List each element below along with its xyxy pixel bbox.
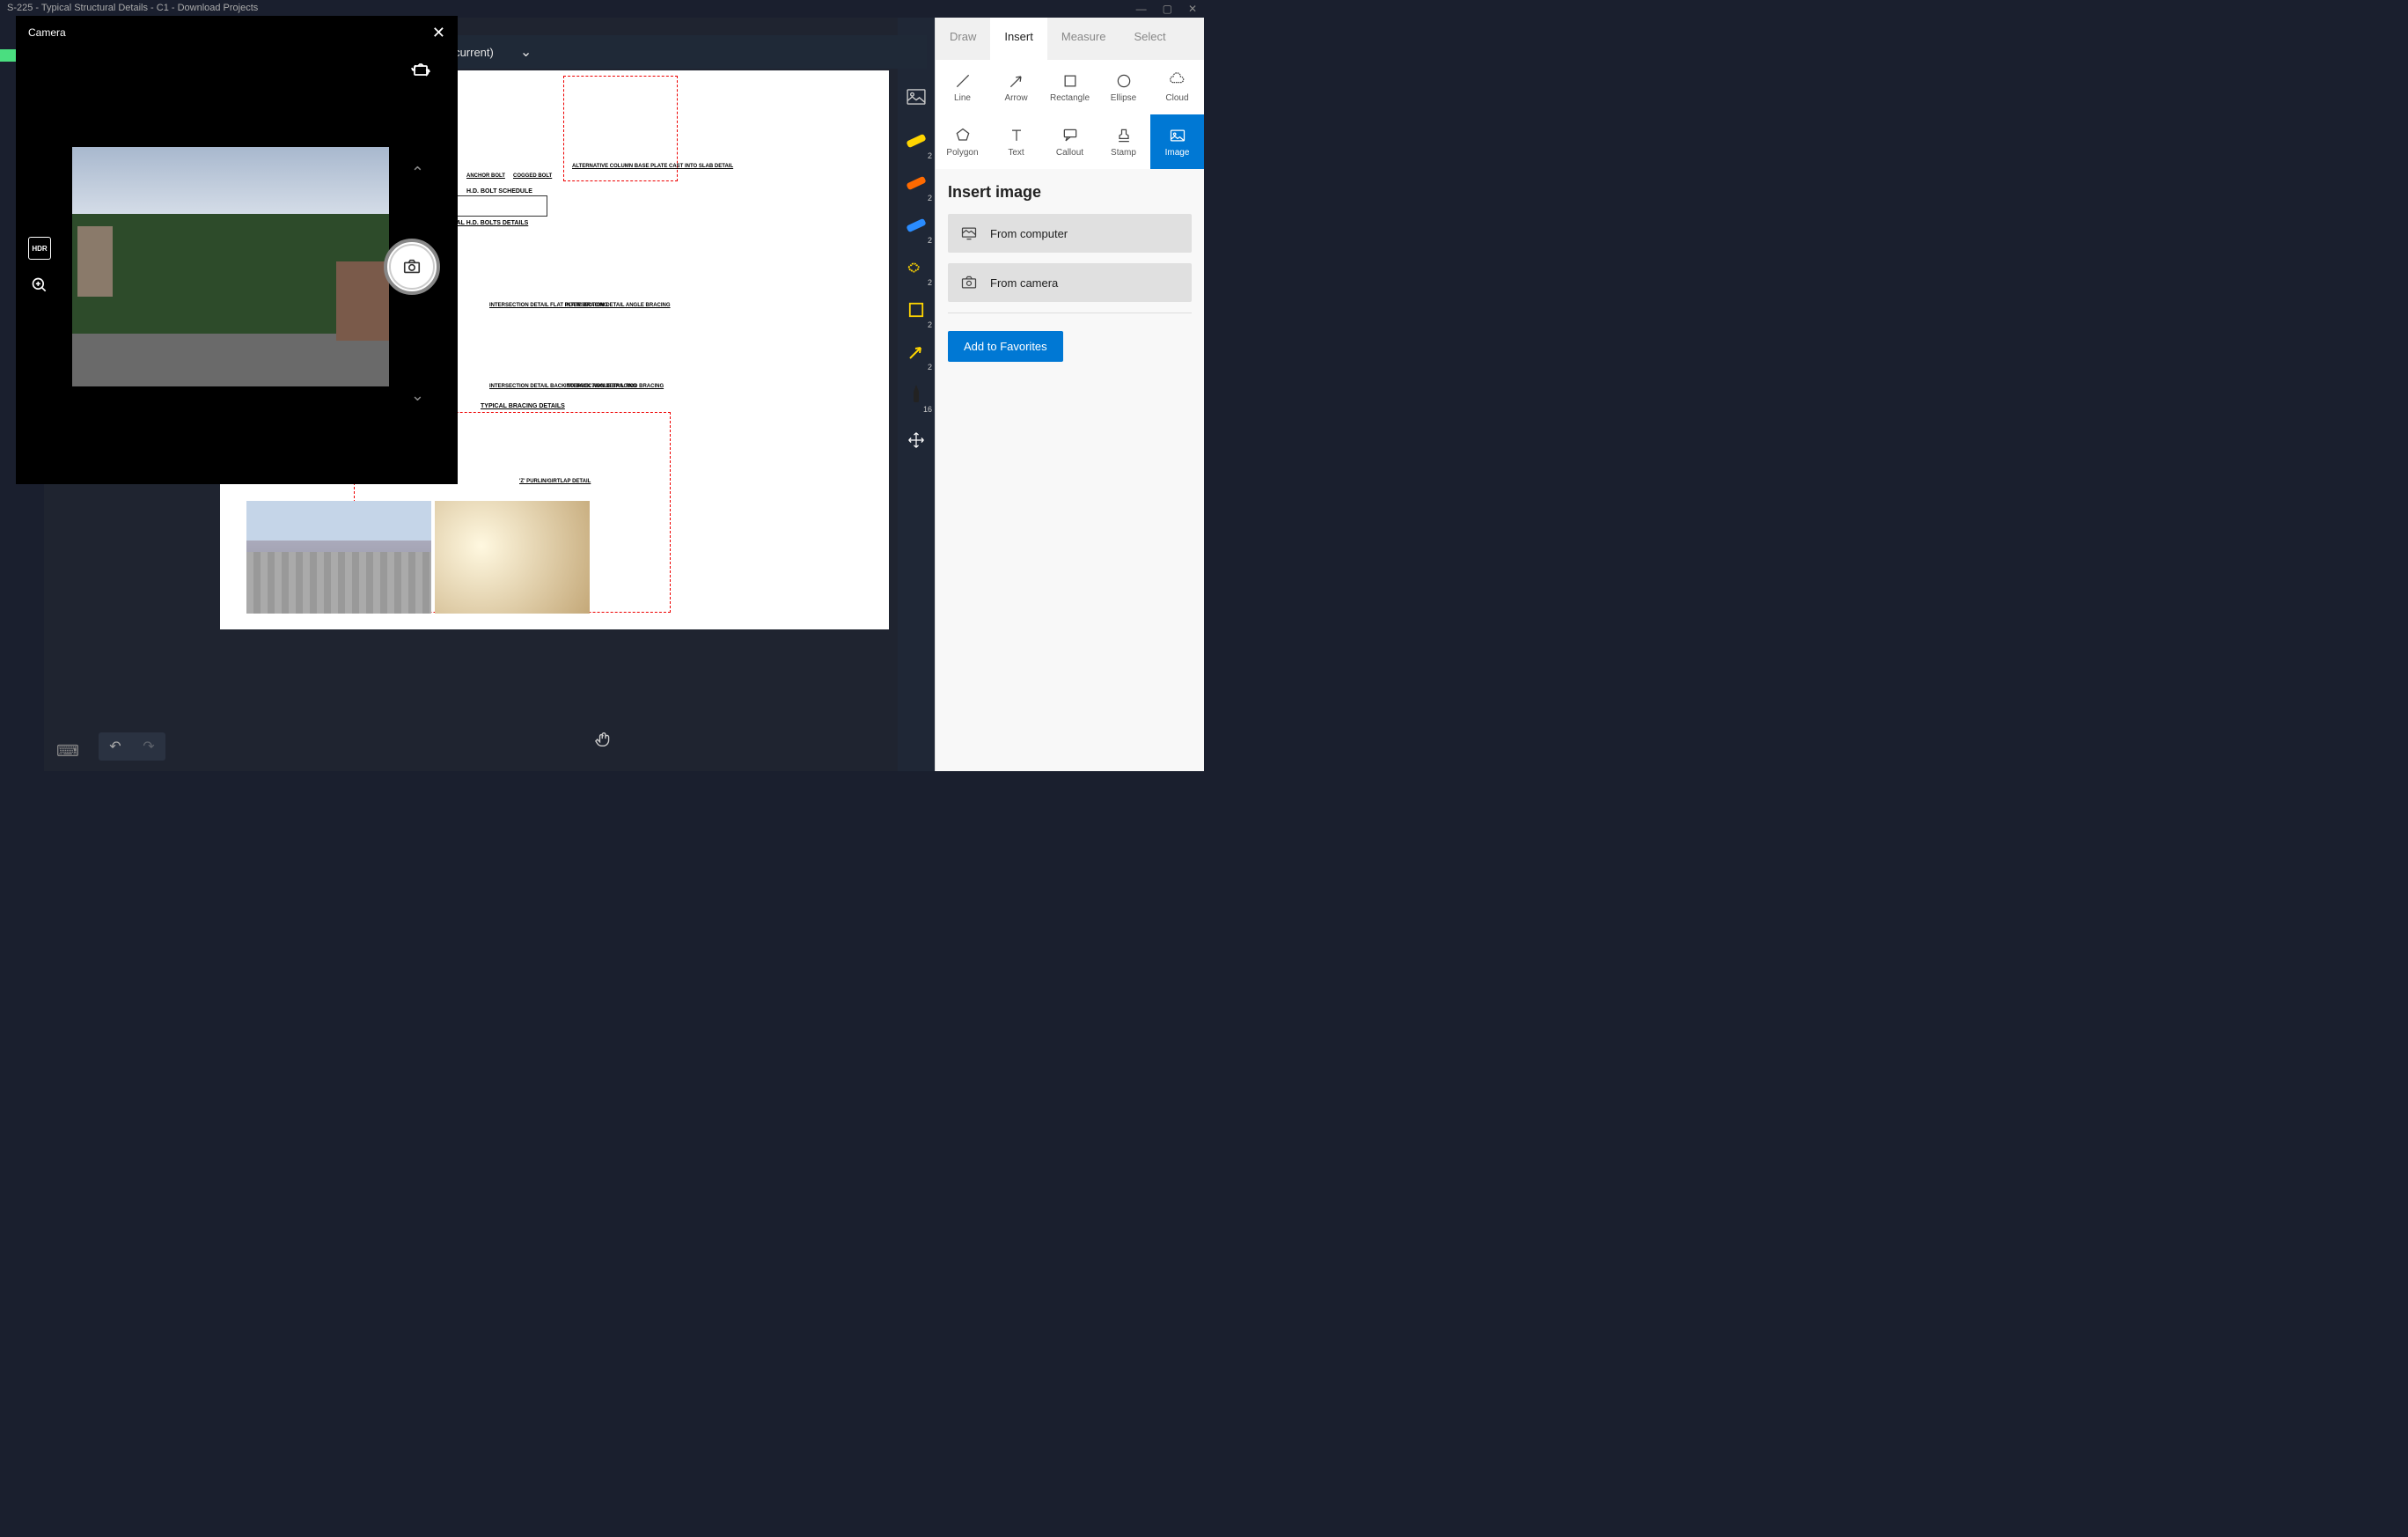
tool-text[interactable]: Text bbox=[989, 114, 1043, 169]
tool-callout[interactable]: Callout bbox=[1043, 114, 1097, 169]
tool-line[interactable]: Line bbox=[936, 60, 989, 114]
right-panel: Draw Insert Measure Select Line Arrow Re… bbox=[935, 18, 1204, 771]
tab-select[interactable]: Select bbox=[1120, 18, 1179, 60]
tool-strip: 2 2 2 2 2 2 16 bbox=[898, 18, 935, 771]
add-to-favorites-button[interactable]: Add to Favorites bbox=[948, 331, 1063, 362]
marker-yellow[interactable]: 2 bbox=[898, 120, 935, 162]
camera-zoom-button[interactable] bbox=[28, 274, 51, 297]
insert-image-heading: Insert image bbox=[948, 183, 1192, 202]
arrow-yellow[interactable]: 2 bbox=[898, 331, 935, 373]
window-title: S-225 - Typical Structural Details - C1 … bbox=[7, 3, 258, 15]
camera-window: Camera ✕ HDR ⌃ ⌄ bbox=[16, 16, 458, 484]
anchor-label: ANCHOR BOLT bbox=[466, 173, 505, 179]
maximize-button[interactable]: ▢ bbox=[1163, 3, 1172, 15]
touch-mode-icon[interactable] bbox=[595, 730, 614, 754]
camera-preview bbox=[72, 147, 389, 386]
inserted-photo-interior[interactable] bbox=[435, 501, 590, 614]
tool-ellipse[interactable]: Ellipse bbox=[1097, 60, 1150, 114]
review-tag[interactable] bbox=[0, 49, 18, 62]
tool-stamp[interactable]: Stamp bbox=[1097, 114, 1150, 169]
intangle: INTERSECTION DETAIL ANGLE BRACING bbox=[565, 303, 671, 308]
redo-button[interactable]: ↷ bbox=[132, 732, 165, 761]
chevron-down-icon: ⌄ bbox=[520, 43, 532, 61]
tab-insert[interactable]: Insert bbox=[990, 18, 1047, 60]
window-close-button[interactable]: ✕ bbox=[1188, 3, 1197, 15]
hdboltsched: H.D. BOLT SCHEDULE bbox=[466, 188, 532, 195]
alt-baseplate-title: ALTERNATIVE COLUMN BASE PLATE CAST INTO … bbox=[572, 164, 733, 169]
keyboard-icon[interactable]: ⌨ bbox=[56, 742, 79, 761]
girt2: 'Z' PURLIN/GIRTLAP DETAIL bbox=[519, 479, 591, 484]
marker-blue[interactable]: 2 bbox=[898, 204, 935, 246]
cloud-yellow[interactable]: 2 bbox=[898, 246, 935, 289]
bracing-title: TYPICAL BRACING DETAILS bbox=[481, 403, 565, 409]
tool-arrow[interactable]: Arrow bbox=[989, 60, 1043, 114]
minimize-button[interactable]: — bbox=[1136, 3, 1147, 15]
tab-draw[interactable]: Draw bbox=[936, 18, 990, 60]
panel-tabs: Draw Insert Measure Select bbox=[936, 18, 1204, 60]
insert-tool-grid: Line Arrow Rectangle Ellipse Cloud Polyg… bbox=[936, 60, 1204, 169]
rect-yellow[interactable]: 2 bbox=[898, 289, 935, 331]
camera-shutter-button[interactable] bbox=[384, 239, 440, 295]
camera-mode-down[interactable]: ⌄ bbox=[411, 386, 424, 405]
from-camera-button[interactable]: From camera bbox=[948, 263, 1192, 302]
camera-mode-up[interactable]: ⌃ bbox=[411, 164, 424, 182]
camera-hdr-button[interactable]: HDR bbox=[28, 237, 51, 260]
introd: INTERSECTION DETAIL ROD BRACING bbox=[565, 384, 664, 389]
inserted-photo-building[interactable] bbox=[246, 501, 431, 614]
camera-title: Camera bbox=[28, 26, 66, 39]
camera-close-button[interactable]: ✕ bbox=[432, 24, 445, 42]
tool-polygon[interactable]: Polygon bbox=[936, 114, 989, 169]
tool-rectangle[interactable]: Rectangle bbox=[1043, 60, 1097, 114]
undo-redo-bar: ↶ ↷ bbox=[99, 732, 165, 761]
image-tool-icon[interactable] bbox=[898, 79, 935, 114]
tool-cloud[interactable]: Cloud bbox=[1150, 60, 1204, 114]
tool-image[interactable]: Image bbox=[1150, 114, 1204, 169]
marker-orange[interactable]: 2 bbox=[898, 162, 935, 204]
undo-button[interactable]: ↶ bbox=[99, 732, 132, 761]
cogged-label: COGGED BOLT bbox=[513, 173, 552, 179]
pen-black[interactable]: 16 bbox=[898, 373, 935, 416]
tab-measure[interactable]: Measure bbox=[1047, 18, 1120, 60]
from-computer-button[interactable]: From computer bbox=[948, 214, 1192, 253]
move-tool[interactable] bbox=[898, 423, 935, 458]
